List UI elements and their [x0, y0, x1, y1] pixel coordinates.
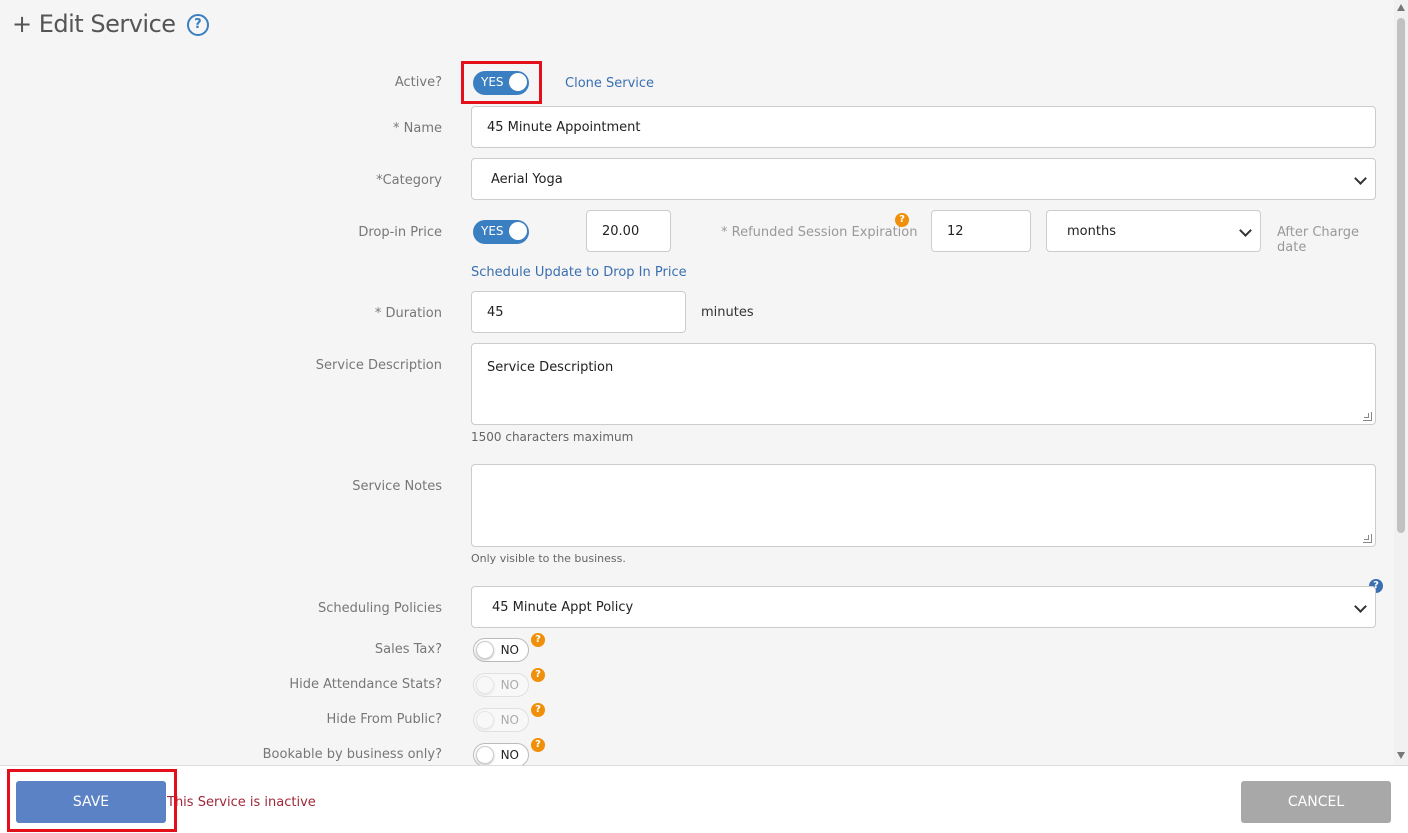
after-charge-date-text: After Charge date [1277, 225, 1359, 255]
info-icon[interactable]: ? [531, 668, 545, 682]
hide-from-public-toggle: NO [473, 708, 529, 732]
toggle-knob [476, 746, 494, 764]
refund-unit-value: months [1067, 223, 1116, 239]
help-icon[interactable]: ? [186, 14, 209, 36]
service-description-value: Service Description [487, 360, 614, 375]
hide-attendance-label: Hide Attendance Stats? [289, 677, 442, 692]
drop-in-toggle[interactable]: YES [473, 220, 529, 244]
inactive-message: This Service is inactive [167, 795, 316, 810]
clone-service-link[interactable]: Clone Service [565, 76, 654, 91]
name-label: * Name [393, 121, 442, 136]
chevron-down-icon [1239, 224, 1252, 237]
hide-from-public-label: Hide From Public? [326, 712, 442, 727]
service-description-label: Service Description [315, 358, 442, 373]
toggle-knob [476, 641, 494, 659]
drop-in-price-value: 20.00 [602, 223, 640, 239]
description-hint: 1500 characters maximum [471, 430, 634, 444]
resize-handle-icon[interactable] [1363, 534, 1372, 543]
chevron-down-icon [1354, 172, 1367, 185]
service-notes-textarea[interactable] [471, 464, 1376, 547]
scrollbar-thumb[interactable] [1397, 18, 1405, 533]
duration-unit: minutes [701, 305, 754, 320]
cancel-button[interactable]: CANCEL [1241, 781, 1391, 823]
toggle-knob [509, 222, 527, 240]
toggle-knob [476, 711, 494, 729]
bookable-toggle-text: NO [500, 748, 519, 762]
scrollbar[interactable] [1394, 0, 1408, 765]
drop-in-price-label: Drop-in Price [358, 225, 442, 240]
category-select[interactable]: Aerial Yoga [471, 158, 1376, 200]
refund-expiration-value: 12 [947, 223, 964, 239]
hide-attendance-toggle: NO [473, 673, 529, 697]
toggle-knob [476, 676, 494, 694]
chevron-down-icon [1354, 600, 1367, 613]
bookable-by-business-toggle[interactable]: NO [473, 743, 529, 765]
page-title: + Edit Service ? [12, 10, 209, 38]
info-icon[interactable]: ? [531, 703, 545, 717]
active-label: Active? [394, 75, 442, 90]
scheduling-policies-label: Scheduling Policies [317, 601, 442, 616]
scroll-up-arrow-icon[interactable] [1397, 4, 1405, 11]
category-value: Aerial Yoga [491, 171, 563, 187]
bookable-by-business-label: Bookable by business only? [262, 747, 442, 762]
refund-unit-select[interactable]: months [1046, 210, 1261, 252]
refund-expiration-label: * Refunded Session Expiration [721, 225, 918, 240]
sales-tax-toggle[interactable]: NO [473, 638, 529, 662]
duration-label: * Duration [374, 306, 442, 321]
edit-service-page: + Edit Service ? Active? YES Clone Servi… [0, 0, 1394, 765]
drop-in-price-input[interactable]: 20.00 [586, 210, 671, 252]
scheduling-policy-value: 45 Minute Appt Policy [492, 599, 634, 615]
drop-in-toggle-text: YES [481, 224, 504, 238]
resize-handle-icon[interactable] [1363, 412, 1372, 421]
info-icon[interactable]: ? [895, 213, 909, 227]
name-input[interactable]: 45 Minute Appointment [471, 106, 1376, 148]
name-value: 45 Minute Appointment [487, 119, 641, 135]
service-description-textarea[interactable]: Service Description [471, 343, 1376, 425]
service-notes-label: Service Notes [352, 479, 442, 494]
info-icon[interactable]: ? [531, 633, 545, 647]
hide-from-public-toggle-text: NO [500, 713, 519, 727]
category-label: *Category [376, 173, 442, 188]
duration-input[interactable]: 45 [471, 291, 686, 333]
notes-hint: Only visible to the business. [471, 552, 626, 565]
scheduling-policy-select[interactable]: 45 Minute Appt Policy [471, 586, 1376, 628]
sales-tax-toggle-text: NO [500, 643, 519, 657]
scroll-down-arrow-icon[interactable] [1397, 752, 1405, 759]
refund-expiration-input[interactable]: 12 [931, 210, 1031, 252]
active-toggle-text: YES [481, 75, 504, 89]
info-icon[interactable]: ? [531, 738, 545, 752]
hide-attendance-toggle-text: NO [500, 678, 519, 692]
save-button[interactable]: SAVE [16, 781, 166, 823]
schedule-update-link[interactable]: Schedule Update to Drop In Price [471, 265, 687, 280]
duration-value: 45 [487, 304, 504, 320]
active-toggle[interactable]: YES [473, 71, 529, 95]
toggle-knob [509, 73, 527, 91]
sales-tax-label: Sales Tax? [374, 642, 442, 657]
form-footer: SAVE This Service is inactive CANCEL [0, 765, 1408, 833]
page-title-text: + Edit Service [12, 10, 176, 38]
